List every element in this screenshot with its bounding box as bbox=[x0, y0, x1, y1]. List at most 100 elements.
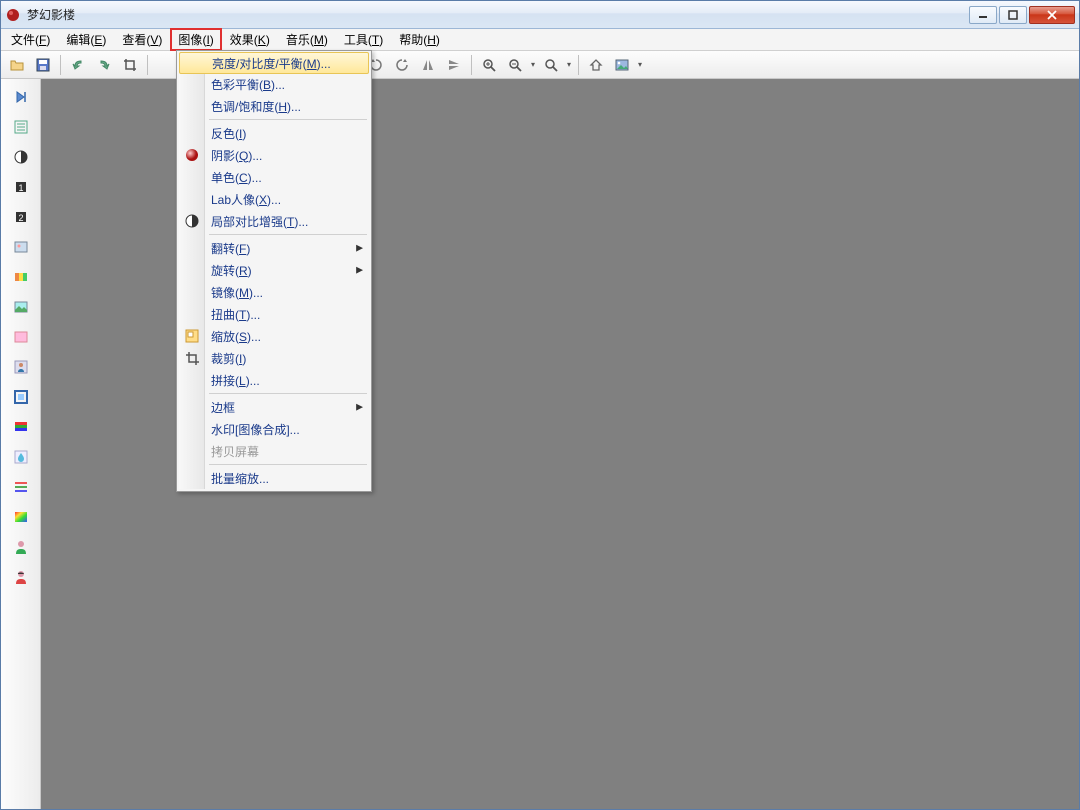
menu-file[interactable]: 文件(F) bbox=[3, 29, 58, 50]
image-button[interactable] bbox=[610, 54, 634, 76]
menu-item-18[interactable]: 边框▶ bbox=[179, 396, 369, 418]
sidebar-two-icon[interactable]: 2 bbox=[9, 207, 33, 227]
menu-item-19[interactable]: 水印[图像合成]... bbox=[179, 418, 369, 440]
crop-icon bbox=[184, 350, 200, 366]
submenu-arrow-icon: ▶ bbox=[356, 265, 363, 276]
menu-item-label: 局部对比增强(T)... bbox=[211, 213, 308, 230]
zoom-in-button[interactable] bbox=[477, 54, 501, 76]
flip-v-button[interactable] bbox=[442, 54, 466, 76]
home-button[interactable] bbox=[584, 54, 608, 76]
toolbar-sep bbox=[471, 55, 472, 75]
crop-toolbar-button[interactable] bbox=[118, 54, 142, 76]
minimize-button[interactable] bbox=[969, 6, 997, 24]
toolbar-sep bbox=[147, 55, 148, 75]
submenu-arrow-icon: ▶ bbox=[356, 402, 363, 413]
menu-item-label: 水印[图像合成]... bbox=[211, 421, 300, 438]
menu-item-7[interactable]: Lab人像(X)... bbox=[179, 188, 369, 210]
menu-item-0[interactable]: 亮度/对比度/平衡(M)... bbox=[179, 52, 369, 74]
zoom-fit-dropdown-icon[interactable]: ▾ bbox=[565, 60, 573, 69]
app-window: 梦幻影楼 文件(F) 编辑(E) 查看(V) 图像(I) 效果(K) 音乐(M)… bbox=[0, 0, 1080, 810]
toolbar-sep bbox=[578, 55, 579, 75]
zoom-out-button[interactable] bbox=[503, 54, 527, 76]
menu-view[interactable]: 查看(V) bbox=[114, 29, 170, 50]
menu-item-20: 拷贝屏幕 bbox=[179, 440, 369, 462]
red-ball-icon bbox=[184, 147, 200, 163]
menu-item-4[interactable]: 反色(I) bbox=[179, 122, 369, 144]
scale-icon bbox=[184, 328, 200, 344]
zoom-dropdown-icon[interactable]: ▾ bbox=[529, 60, 537, 69]
menu-item-label: 扭曲(T)... bbox=[211, 306, 260, 323]
sidebar-user-red-icon[interactable] bbox=[9, 567, 33, 587]
menu-effect[interactable]: 效果(K) bbox=[222, 29, 278, 50]
sidebar-pink-icon[interactable] bbox=[9, 327, 33, 347]
menu-item-label: 缩放(S)... bbox=[211, 328, 261, 345]
menu-help[interactable]: 帮助(H) bbox=[391, 29, 448, 50]
svg-text:2: 2 bbox=[18, 213, 23, 223]
maximize-button[interactable] bbox=[999, 6, 1027, 24]
dropdown-separator bbox=[209, 119, 367, 120]
menu-item-label: 拼接(L)... bbox=[211, 372, 260, 389]
menu-edit[interactable]: 编辑(E) bbox=[58, 29, 114, 50]
sidebar-landscape-icon[interactable] bbox=[9, 297, 33, 317]
sidebar-contrast-icon[interactable] bbox=[9, 147, 33, 167]
sidebar-gradient-icon[interactable] bbox=[9, 417, 33, 437]
sidebar-nav-icon[interactable] bbox=[9, 87, 33, 107]
menu-item-8[interactable]: 局部对比增强(T)... bbox=[179, 210, 369, 232]
close-button[interactable] bbox=[1029, 6, 1075, 24]
sidebar-one-icon[interactable]: 1 bbox=[9, 177, 33, 197]
menu-item-12[interactable]: 镜像(M)... bbox=[179, 281, 369, 303]
menu-item-label: 反色(I) bbox=[211, 125, 246, 142]
menu-item-1[interactable]: 色彩平衡(B)... bbox=[179, 73, 369, 95]
sidebar-color-bars-icon[interactable] bbox=[9, 267, 33, 287]
app-icon bbox=[5, 7, 21, 23]
image-dropdown-icon[interactable]: ▾ bbox=[636, 60, 644, 69]
open-button[interactable] bbox=[5, 54, 29, 76]
save-button[interactable] bbox=[31, 54, 55, 76]
zoom-fit-button[interactable] bbox=[539, 54, 563, 76]
menu-item-2[interactable]: 色调/饱和度(H)... bbox=[179, 95, 369, 117]
menu-item-10[interactable]: 翻转(F)▶ bbox=[179, 237, 369, 259]
menu-item-label: 阴影(Q)... bbox=[211, 147, 262, 164]
menu-tools[interactable]: 工具(T) bbox=[336, 29, 391, 50]
menu-item-16[interactable]: 拼接(L)... bbox=[179, 369, 369, 391]
image-menu-dropdown: 亮度/对比度/平衡(M)... 色彩平衡(B)... 色调/饱和度(H)... 反色(… bbox=[176, 50, 372, 492]
menu-image[interactable]: 图像(I) bbox=[170, 28, 221, 51]
menu-item-15[interactable]: 裁剪(I) bbox=[179, 347, 369, 369]
sidebar-rainbow-icon[interactable] bbox=[9, 507, 33, 527]
content-area: 1 2 bbox=[1, 79, 1079, 809]
window-title: 梦幻影楼 bbox=[27, 6, 969, 23]
rotate-cw-button[interactable] bbox=[390, 54, 414, 76]
svg-text:1: 1 bbox=[18, 183, 23, 193]
sidebar-photo-icon[interactable] bbox=[9, 237, 33, 257]
contrast-icon bbox=[184, 213, 200, 229]
menu-item-label: 色调/饱和度(H)... bbox=[211, 98, 301, 115]
sidebar-person-icon[interactable] bbox=[9, 357, 33, 377]
menu-music[interactable]: 音乐(M) bbox=[278, 29, 336, 50]
sidebar-lines-icon[interactable] bbox=[9, 477, 33, 497]
menubar: 文件(F) 编辑(E) 查看(V) 图像(I) 效果(K) 音乐(M) 工具(T… bbox=[1, 29, 1079, 51]
sidebar-droplet-icon[interactable] bbox=[9, 447, 33, 467]
sidebar-list-icon[interactable] bbox=[9, 117, 33, 137]
menu-item-6[interactable]: 单色(C)... bbox=[179, 166, 369, 188]
undo-button[interactable] bbox=[66, 54, 90, 76]
sidebar-user-green-icon[interactable] bbox=[9, 537, 33, 557]
menu-item-5[interactable]: 阴影(Q)... bbox=[179, 144, 369, 166]
menu-item-11[interactable]: 旋转(R) ▶ bbox=[179, 259, 369, 281]
dropdown-separator bbox=[209, 234, 367, 235]
submenu-arrow-icon: ▶ bbox=[356, 243, 363, 254]
menu-item-label: 拷贝屏幕 bbox=[211, 443, 259, 460]
menu-item-22[interactable]: 批量缩放... bbox=[179, 467, 369, 489]
toolbar: ▾ ▾ ▾ bbox=[1, 51, 1079, 79]
menu-item-label: Lab人像(X)... bbox=[211, 191, 281, 208]
menu-item-13[interactable]: 扭曲(T)... bbox=[179, 303, 369, 325]
menu-item-label: 批量缩放... bbox=[211, 470, 269, 487]
menu-item-label: 色彩平衡(B)... bbox=[211, 76, 285, 93]
sidebar-frame-icon[interactable] bbox=[9, 387, 33, 407]
redo-button[interactable] bbox=[92, 54, 116, 76]
menu-item-label: 旋转(R) bbox=[211, 262, 252, 279]
menu-item-14[interactable]: 缩放(S)... bbox=[179, 325, 369, 347]
flip-h-button[interactable] bbox=[416, 54, 440, 76]
menu-item-label: 镜像(M)... bbox=[211, 284, 263, 301]
sidebar: 1 2 bbox=[1, 79, 41, 809]
titlebar[interactable]: 梦幻影楼 bbox=[1, 1, 1079, 29]
